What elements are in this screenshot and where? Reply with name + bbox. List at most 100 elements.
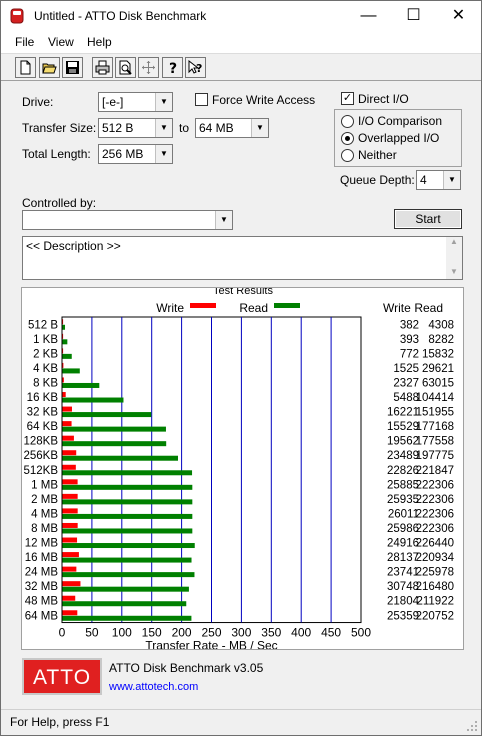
category-label: 512KB: [23, 465, 58, 477]
scroll-up-icon: ▲: [450, 237, 458, 246]
context-help-button[interactable]: ?: [185, 57, 206, 78]
menu-file[interactable]: File: [15, 35, 34, 49]
read-bar: [62, 572, 195, 578]
toolbar: ? ?: [1, 53, 481, 81]
read-value: 225978: [416, 567, 454, 579]
read-bar: [62, 470, 193, 476]
menu-help[interactable]: Help: [87, 35, 112, 49]
chevron-down-icon: ▼: [155, 119, 172, 137]
category-label: 32 MB: [25, 581, 59, 593]
queue-depth-value: 4: [420, 173, 427, 187]
neither-radio[interactable]: [341, 149, 354, 162]
write-bar: [62, 479, 78, 485]
description-text: << Description >>: [26, 239, 121, 253]
read-value: 226440: [416, 538, 454, 550]
read-value: 63015: [422, 377, 454, 389]
total-length-select[interactable]: 256 MB ▼: [98, 144, 173, 164]
write-column-header: Write: [383, 301, 411, 315]
x-tick-label: 450: [321, 626, 341, 640]
read-bar: [62, 484, 193, 490]
overlapped-io-radio[interactable]: [341, 132, 354, 145]
write-bar: [62, 464, 76, 470]
print-preview-button[interactable]: [115, 57, 136, 78]
transfer-size-label: Transfer Size:: [22, 121, 97, 135]
print-preview-icon: [119, 60, 132, 75]
chevron-down-icon: ▼: [443, 171, 460, 189]
x-tick-label: 200: [172, 626, 192, 640]
total-length-label: Total Length:: [22, 147, 91, 161]
write-value: 21804: [387, 596, 420, 608]
new-button[interactable]: [15, 57, 36, 78]
write-bar: [62, 450, 77, 456]
overlapped-io-label: Overlapped I/O: [358, 131, 440, 145]
legend-write-swatch: [190, 303, 216, 308]
force-write-checkbox[interactable]: [195, 93, 208, 106]
close-button[interactable]: ✕: [436, 1, 481, 31]
resize-grip-icon[interactable]: [467, 721, 478, 732]
atto-logo: ATTO: [22, 658, 102, 695]
read-bar: [62, 586, 189, 592]
read-value: 222306: [416, 494, 454, 506]
print-button[interactable]: [92, 57, 113, 78]
write-value: 15529: [387, 421, 419, 433]
read-bar: [62, 543, 195, 549]
transfer-size-from-select[interactable]: 512 B ▼: [98, 118, 173, 138]
move-button[interactable]: [138, 57, 159, 78]
category-label: 1 MB: [31, 479, 58, 491]
category-label: 16 MB: [25, 552, 59, 564]
product-name: ATTO Disk Benchmark v3.05: [109, 661, 264, 675]
minimize-button[interactable]: —: [346, 1, 391, 31]
drive-label: Drive:: [22, 95, 54, 109]
category-label: 256KB: [23, 450, 58, 462]
write-bar: [62, 595, 76, 601]
write-value: 30748: [387, 581, 419, 593]
window-title: Untitled - ATTO Disk Benchmark: [34, 9, 207, 23]
neither-label: Neither: [358, 148, 397, 162]
start-button[interactable]: Start: [394, 209, 462, 229]
write-bar: [62, 421, 72, 427]
write-value: 25885: [387, 479, 419, 491]
read-value: 197775: [416, 450, 454, 462]
maximize-icon: ☐: [406, 7, 421, 24]
context-help-icon: ?: [188, 60, 202, 75]
chevron-down-icon: ▼: [251, 119, 268, 137]
direct-io-checkbox[interactable]: ✓: [341, 92, 354, 105]
x-tick-label: 300: [231, 626, 251, 640]
read-bar: [62, 324, 66, 330]
title-bar: Untitled - ATTO Disk Benchmark — ☐ ✕: [1, 1, 481, 31]
legend-read-label: Read: [239, 301, 268, 315]
maximize-button[interactable]: ☐: [391, 1, 436, 31]
chevron-down-icon: ▼: [155, 145, 172, 163]
read-value: 104414: [416, 392, 455, 404]
queue-depth-select[interactable]: 4 ▼: [416, 170, 461, 190]
help-button[interactable]: ?: [162, 57, 183, 78]
read-bar: [62, 528, 193, 534]
read-value: 211922: [416, 596, 454, 608]
transfer-size-from-value: 512 B: [102, 121, 134, 135]
x-tick-label: 250: [201, 626, 221, 640]
save-button[interactable]: [62, 57, 83, 78]
svg-text:?: ?: [169, 61, 177, 75]
description-box[interactable]: << Description >> ▲ ▼: [22, 236, 463, 280]
help-icon: ?: [169, 61, 177, 75]
menu-view[interactable]: View: [48, 35, 74, 49]
results-title: Test Results: [213, 288, 273, 297]
drive-select[interactable]: [-e-] ▼: [98, 92, 173, 112]
read-value: 222306: [416, 508, 454, 520]
controlled-by-label: Controlled by:: [22, 196, 97, 210]
category-label: 2 MB: [31, 494, 58, 506]
io-comparison-radio[interactable]: [341, 115, 354, 128]
drive-value: [-e-]: [102, 95, 124, 109]
test-results-panel: Test Results Write Read Write Read 0 50 100 150 2…: [21, 285, 464, 653]
io-comparison-label: I/O Comparison: [358, 114, 443, 128]
description-scrollbar[interactable]: ▲ ▼: [446, 237, 462, 279]
write-value: 19562: [387, 436, 419, 448]
write-bar: [62, 435, 74, 441]
write-value: 28137: [387, 552, 419, 564]
open-button[interactable]: [39, 57, 60, 78]
read-bar: [62, 615, 192, 621]
write-bar: [62, 392, 66, 398]
website-link[interactable]: www.attotech.com: [109, 681, 198, 693]
controlled-by-select[interactable]: ▼: [22, 210, 233, 230]
transfer-size-to-select[interactable]: 64 MB ▼: [195, 118, 269, 138]
